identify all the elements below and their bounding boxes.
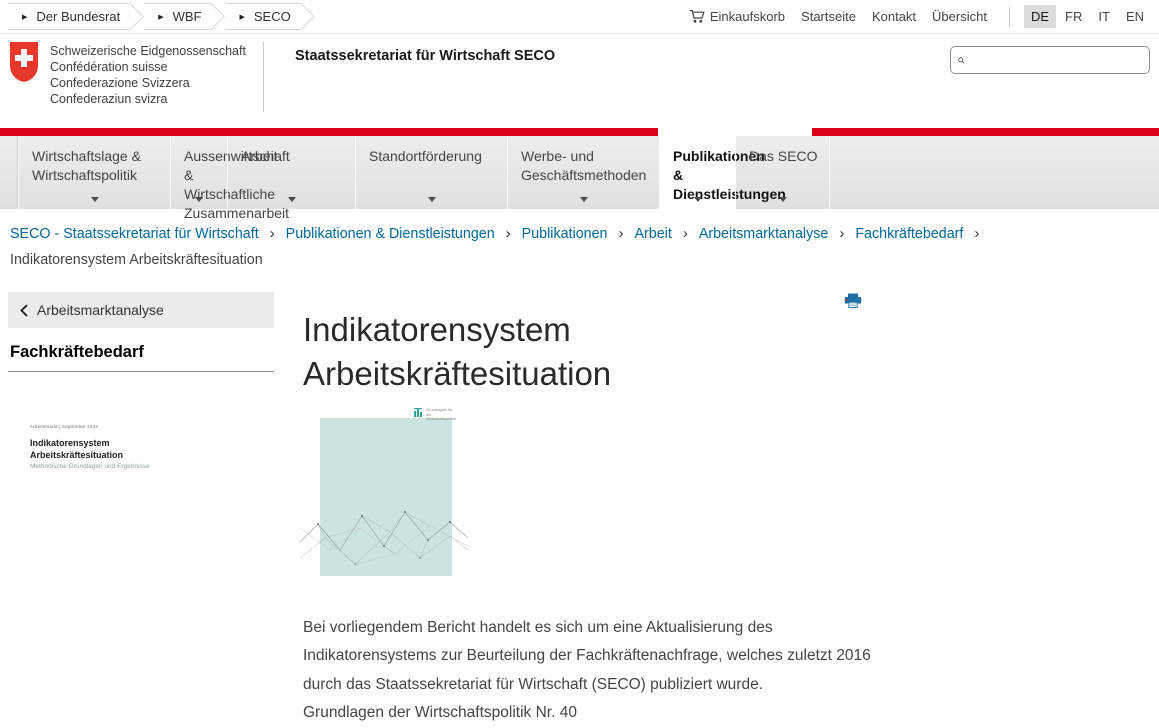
- cover-series-logo: Grundlagen für die Wirtschaftspolitik: [414, 408, 456, 422]
- top-links: Startseite Kontakt Übersicht: [785, 9, 987, 24]
- breadcrumb-link[interactable]: Publikationen & Dienstleistungen: [286, 226, 495, 242]
- breadcrumb-link[interactable]: Fachkräftebedarf: [855, 226, 963, 242]
- organization-title: Staatssekretariat für Wirtschaft SECO: [295, 48, 555, 64]
- breadcrumb-link[interactable]: Arbeitsmarktanalyse: [699, 226, 829, 242]
- nav-item[interactable]: Wirtschaftslage & Wirtschaftspolitik: [18, 136, 170, 209]
- bar-chart-logo-icon: [414, 408, 424, 417]
- chevron-down-icon: [580, 197, 588, 202]
- nav-item-label: Das SECO: [749, 148, 817, 164]
- confederation-name-line: Confédération suisse: [50, 59, 246, 75]
- chevron-down-icon: [288, 197, 296, 202]
- cart-label: Einkaufskorb: [710, 9, 785, 24]
- swiss-confederation-logo[interactable]: Schweizerische EidgenossenschaftConfédér…: [10, 42, 246, 107]
- divider: [263, 42, 264, 112]
- chevron-right-icon: ›: [683, 225, 688, 242]
- search-input[interactable]: [969, 49, 1149, 71]
- cover-meta-line: Arbeitsmarkt | September 2023: [30, 424, 98, 429]
- gov-breadcrumb-label: SECO: [254, 9, 299, 24]
- breadcrumb-item: SECO - Staatssekretariat für Wirtschaft …: [10, 226, 286, 242]
- language-switcher: DE FR IT EN: [1022, 5, 1151, 28]
- government-breadcrumb: ▶ Der Bundesrat ▶ WBF ▶ SECO: [8, 3, 315, 30]
- sidebar-back-link[interactable]: Arbeitsmarktanalyse: [8, 292, 274, 328]
- chevron-down-icon: [779, 197, 787, 202]
- site-header: Schweizerische EidgenossenschaftConfédér…: [0, 34, 1159, 128]
- chevron-right-icon: ›: [270, 225, 275, 242]
- chevron-down-icon: [428, 197, 436, 202]
- breadcrumb-item: Arbeitsmarktanalyse ›: [699, 226, 856, 242]
- top-link[interactable]: Übersicht: [932, 9, 987, 24]
- language-button[interactable]: EN: [1119, 5, 1151, 28]
- breadcrumb-link[interactable]: Publikationen: [522, 226, 608, 242]
- breadcrumb-item: Arbeit ›: [634, 226, 698, 242]
- divider: [1009, 7, 1010, 27]
- cover-title: Indikatorensystem Arbeitskräftesituation: [30, 438, 123, 461]
- chevron-left-icon: [20, 304, 28, 317]
- chevron-right-icon: ›: [619, 225, 624, 242]
- nav-item[interactable]: Werbe- und Geschäftsmethoden: [507, 136, 659, 209]
- breadcrumb-item: Publikationen & Dienstleistungen ›: [286, 226, 522, 242]
- breadcrumb-link[interactable]: Arbeit: [634, 226, 671, 242]
- nav-item[interactable]: Standortförderung: [355, 136, 507, 209]
- nav-item-label: Wirtschaftslage & Wirtschaftspolitik: [32, 148, 141, 183]
- language-button[interactable]: IT: [1091, 5, 1117, 28]
- network-graphic: [300, 494, 468, 582]
- gov-breadcrumb-label: WBF: [173, 9, 210, 24]
- cart-icon: [689, 9, 705, 24]
- arrow-right-icon: ▶: [240, 13, 245, 21]
- chevron-right-icon: ›: [839, 225, 844, 242]
- print-icon: [844, 293, 862, 309]
- sidebar-back-label: Arbeitsmarktanalyse: [37, 302, 164, 318]
- breadcrumb-current-page: Indikatorensystem Arbeitskräftesituation: [10, 252, 263, 268]
- top-link[interactable]: Kontakt: [872, 9, 916, 24]
- language-button[interactable]: FR: [1058, 5, 1089, 28]
- breadcrumb-item: Fachkräftebedarf ›: [855, 226, 986, 242]
- swiss-shield-icon: [10, 42, 38, 82]
- gov-breadcrumb-segment[interactable]: ▶ Der Bundesrat: [8, 3, 130, 30]
- cover-subtitle: Methodische Grundlagen und Ergebnisse: [30, 463, 150, 470]
- confederation-name-line: Confederaziun svizra: [50, 91, 246, 107]
- breadcrumb-item: Publikationen ›: [522, 226, 635, 242]
- confederation-name-line: Schweizerische Eidgenossenschaft: [50, 43, 246, 59]
- print-button[interactable]: [844, 293, 862, 314]
- nav-item[interactable]: Aussenwirtschaft & Wirtschaftliche Zusam…: [170, 136, 227, 209]
- top-utility-bar: ▶ Der Bundesrat ▶ WBF ▶ SECO Einkaufskor…: [0, 0, 1159, 34]
- chevron-down-icon: [91, 197, 99, 202]
- breadcrumb-link[interactable]: SECO - Staatssekretariat für Wirtschaft: [10, 226, 259, 242]
- series-note: Grundlagen der Wirtschaftspolitik Nr. 40: [303, 699, 909, 728]
- arrow-right-icon: ▶: [22, 13, 27, 21]
- search-box: [950, 46, 1150, 74]
- top-link[interactable]: Startseite: [801, 9, 856, 24]
- language-button[interactable]: DE: [1024, 5, 1056, 28]
- nav-item[interactable]: Arbeit: [227, 136, 355, 209]
- lead-paragraph: Bei vorliegendem Bericht handelt es sich…: [303, 614, 909, 728]
- chevron-right-icon: ›: [506, 225, 511, 242]
- active-tab-notch: [658, 128, 812, 136]
- accent-bar: [0, 128, 1159, 136]
- gov-breadcrumb-segment[interactable]: ▶ SECO: [226, 3, 301, 30]
- publication-cover-image: Grundlagen für die Wirtschaftspolitik: [300, 408, 468, 582]
- nav-item-label: Werbe- und Geschäftsmethoden: [521, 148, 646, 183]
- divider: [8, 371, 274, 372]
- nav-item[interactable]: Publikationen & Dienstleistungen: [659, 136, 735, 209]
- gov-breadcrumb-label: Der Bundesrat: [36, 9, 128, 24]
- search-icon: [958, 53, 965, 68]
- confederation-names: Schweizerische EidgenossenschaftConfédér…: [50, 42, 246, 107]
- chevron-down-icon: [694, 197, 702, 202]
- breadcrumb: SECO - Staatssekretariat für Wirtschaft …: [10, 221, 1090, 273]
- chevron-right-icon: ›: [974, 225, 979, 242]
- sidebar-item-fachkraeftebedarf[interactable]: Fachkräftebedarf: [10, 343, 144, 362]
- nav-item-label: Arbeit: [241, 148, 278, 164]
- nav-item[interactable]: Das SECO: [735, 136, 830, 209]
- gov-breadcrumb-segment[interactable]: ▶ WBF: [144, 3, 211, 30]
- cover-series-logo-text: Grundlagen für die Wirtschaftspolitik: [426, 408, 456, 422]
- chevron-down-icon: [195, 197, 203, 202]
- page-title: Indikatorensystem Arbeitskräftesituation: [303, 308, 863, 396]
- arrow-right-icon: ▶: [158, 13, 163, 21]
- nav-item-label: Standortförderung: [369, 148, 482, 164]
- cart-link[interactable]: Einkaufskorb: [689, 9, 785, 24]
- confederation-name-line: Confederazione Svizzera: [50, 75, 246, 91]
- lead-text: Bei vorliegendem Bericht handelt es sich…: [303, 619, 871, 693]
- main-navigation: Wirtschaftslage & Wirtschaftspolitik Aus…: [0, 136, 1159, 209]
